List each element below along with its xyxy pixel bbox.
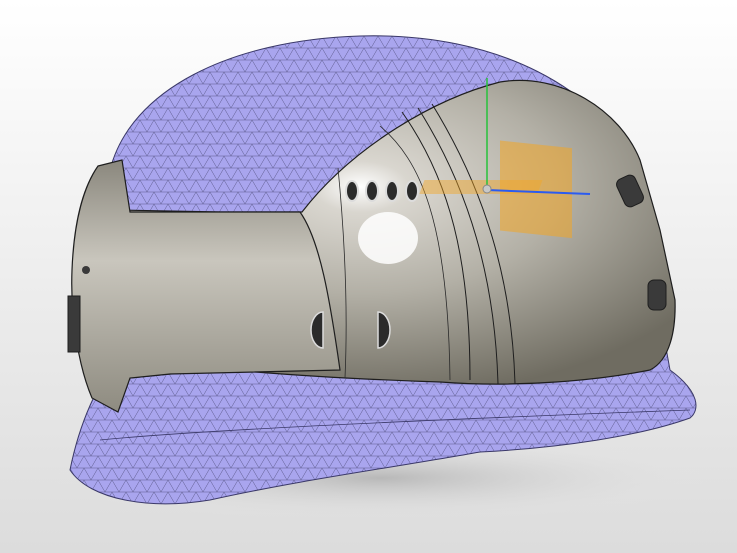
- vent-slot: [405, 180, 419, 202]
- vent-slot: [345, 180, 359, 202]
- shell-highlight: [358, 212, 418, 264]
- vent-slot: [385, 180, 399, 202]
- left-clip: [67, 295, 81, 353]
- 3d-viewport[interactable]: [0, 0, 737, 553]
- helmet-model-scene[interactable]: [0, 0, 737, 553]
- left-rivet: [82, 266, 90, 274]
- vent-slot: [365, 180, 379, 202]
- side-slot: [647, 279, 667, 311]
- gizmo-origin[interactable]: [482, 184, 492, 194]
